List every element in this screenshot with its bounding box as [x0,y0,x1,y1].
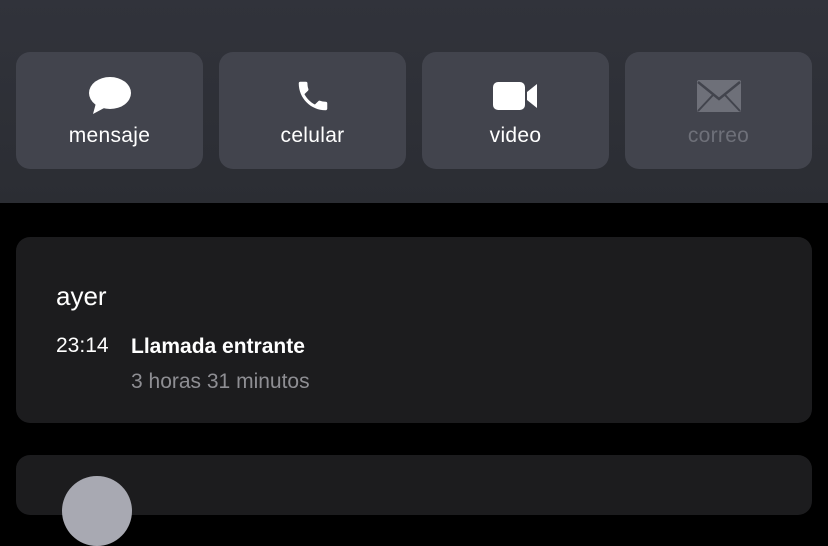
mail-button[interactable]: correo [625,52,812,169]
contact-card [16,455,812,546]
call-duration: 3 horas 31 minutos [131,370,310,393]
action-header: mensaje celular video correo [0,0,828,203]
cellular-button[interactable]: celular [219,52,406,169]
message-button[interactable]: mensaje [16,52,203,169]
video-label: video [489,124,542,147]
call-history-card: ayer 23:14 Llamada entrante 3 horas 31 m… [16,237,812,423]
avatar [62,476,132,546]
video-button[interactable]: video [422,52,609,169]
mail-label: correo [687,124,750,147]
call-type: Llamada entrante [131,335,305,358]
mail-icon [625,76,812,116]
video-camera-icon [422,76,609,116]
call-time: 23:14 [56,334,109,357]
phone-icon [219,76,406,116]
message-label: mensaje [68,124,151,147]
cellular-label: celular [280,124,345,147]
call-day: ayer [56,281,107,311]
message-bubble-icon [16,76,203,116]
